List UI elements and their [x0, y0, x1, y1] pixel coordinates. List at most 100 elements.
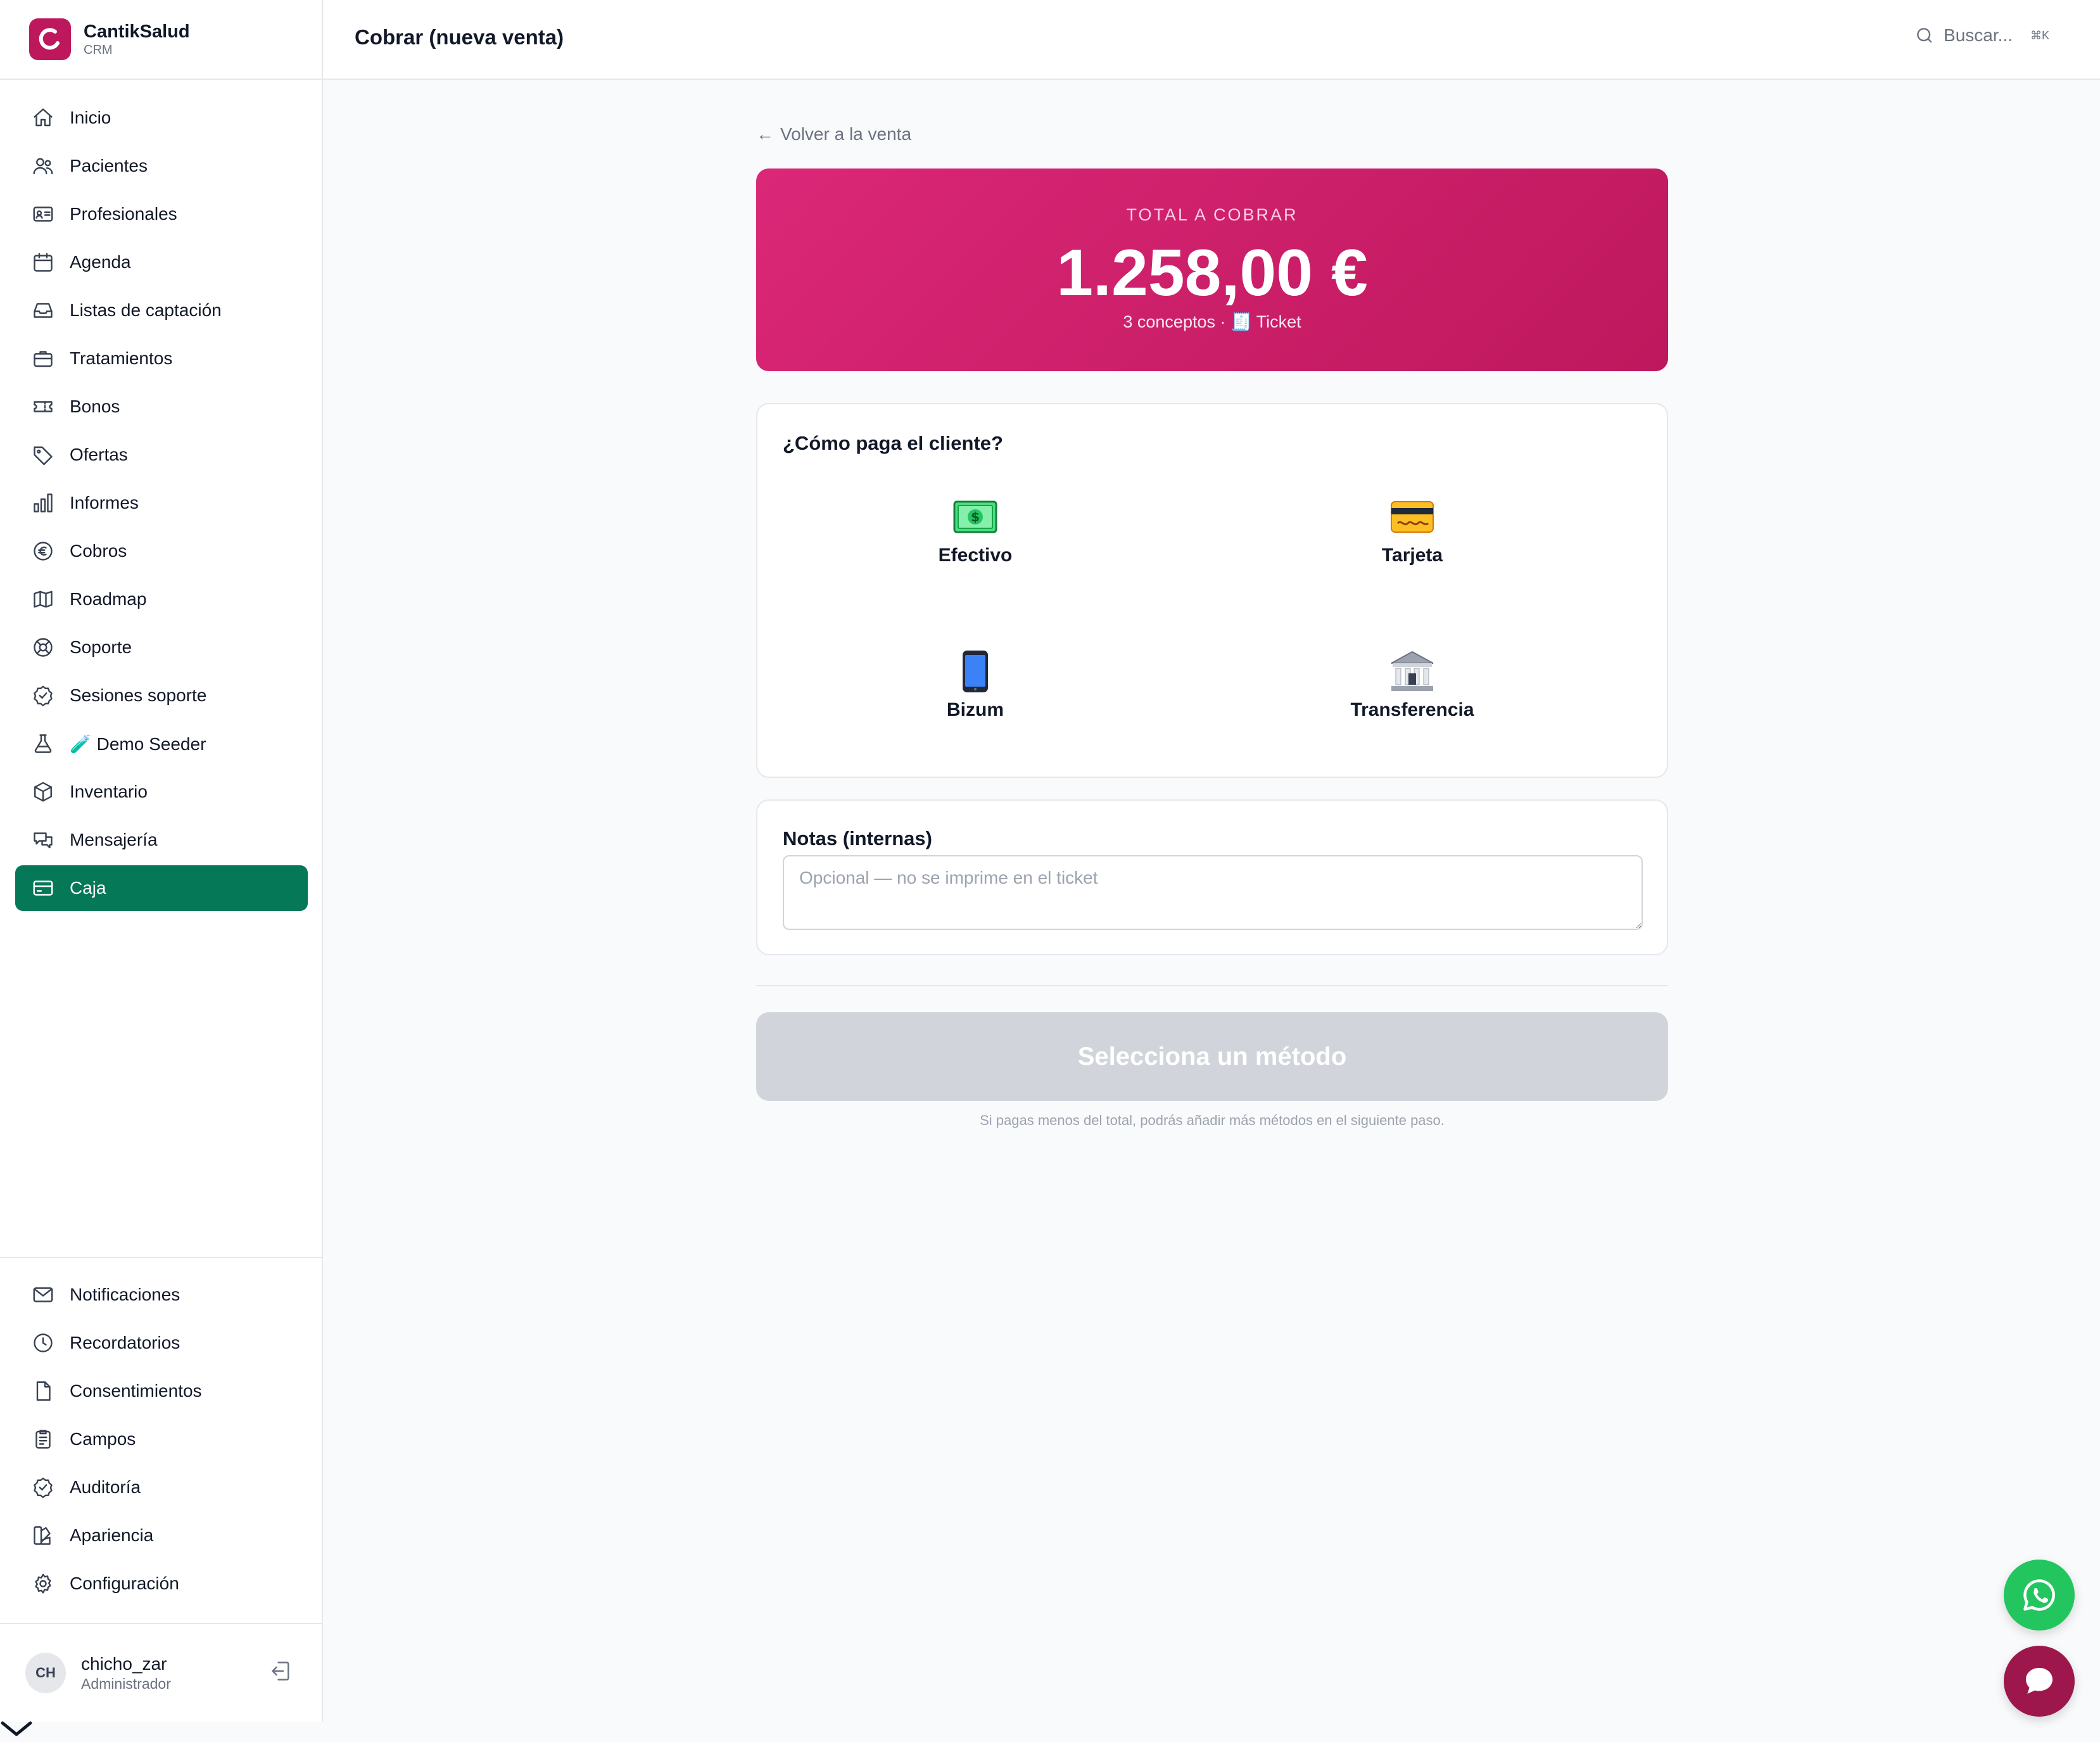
sidebar-item-mensajeria[interactable]: Mensajería [15, 817, 308, 863]
payment-method-label: Tarjeta [1381, 545, 1443, 566]
sidebar-item-label: Consentimientos [70, 1381, 202, 1401]
envelope-icon [30, 1282, 56, 1307]
cash-icon: $ [951, 493, 999, 541]
id-card-icon [30, 201, 56, 227]
sidebar-item-label: Caja [70, 878, 106, 898]
sidebar-item-profesionales[interactable]: Profesionales [15, 191, 308, 237]
help-text: Si pagas menos del total, podrás añadir … [980, 1112, 1445, 1128]
sidebar-item-label: Cobros [70, 541, 127, 561]
back-to-sale-link[interactable]: ← Volver a la venta [756, 124, 911, 144]
sidebar-item-recordatorios[interactable]: Recordatorios [15, 1320, 307, 1366]
chat-bubbles-icon [30, 827, 56, 853]
total-meta: 3 conceptos · 🧾 Ticket [1123, 312, 1301, 331]
sidebar-item-apariencia[interactable]: Apariencia [15, 1513, 307, 1558]
sidebar-item-cobros[interactable]: Cobros [15, 528, 308, 574]
sidebar-item-label: Recordatorios [70, 1333, 180, 1352]
inbox-icon [30, 298, 56, 323]
map-icon [30, 587, 56, 612]
sidebar-item-demo-seeder[interactable]: 🧪 Demo Seeder [15, 721, 308, 766]
sidebar-item-configuracion[interactable]: Configuración [15, 1561, 307, 1606]
notes-textarea[interactable] [783, 855, 1643, 930]
sidebar-item-label: Apariencia [70, 1525, 154, 1545]
logout-icon[interactable] [270, 1660, 295, 1685]
sidebar-item-label: Notificaciones [70, 1285, 180, 1304]
user-profile[interactable]: CH chicho_zar Administrador [0, 1623, 322, 1722]
sidebar-item-caja[interactable]: Caja [15, 865, 308, 911]
sidebar-item-pacientes[interactable]: Pacientes [15, 143, 308, 189]
sidebar-item-inventario[interactable]: Inventario [15, 769, 308, 815]
sidebar-item-bonos[interactable]: Bonos [15, 384, 308, 429]
phone-icon [951, 647, 999, 696]
sidebar-item-soporte[interactable]: Soporte [15, 625, 308, 670]
sidebar-item-inicio[interactable]: Inicio [15, 95, 308, 141]
sidebar: CantikSalud CRM Inicio Pacientes Profesi… [0, 0, 323, 1722]
sidebar-item-label: Agenda [70, 252, 131, 272]
payment-method-title: ¿Cómo paga el cliente? [783, 432, 1003, 454]
sidebar-item-ofertas[interactable]: Ofertas [15, 432, 308, 478]
lifebuoy-icon [30, 635, 56, 660]
payment-method-label: Transferencia [1350, 699, 1474, 720]
total-card: TOTAL A COBRAR 1.258,00 € 3 conceptos · … [756, 168, 1668, 371]
clipboard-icon [30, 1427, 56, 1452]
payment-method-label: Bizum [947, 699, 1004, 720]
whatsapp-icon [2023, 1579, 2055, 1611]
payment-method-tarjeta[interactable]: Tarjeta [1210, 486, 1615, 588]
sidebar-item-label: Inventario [70, 782, 148, 801]
palette-icon [30, 1523, 56, 1548]
sidebar-item-label: Auditoría [70, 1477, 141, 1497]
payment-method-transferencia[interactable]: Transferencia [1210, 641, 1615, 742]
ticket-icon [30, 394, 56, 419]
sidebar-item-notificaciones[interactable]: Notificaciones [15, 1272, 307, 1318]
sidebar-item-listas-captacion[interactable]: Listas de captación [15, 288, 308, 333]
sidebar-item-label: Inicio [70, 108, 111, 127]
arrow-left-icon: ← [756, 124, 774, 144]
sidebar-item-campos[interactable]: Campos [15, 1416, 307, 1462]
payment-method-bizum[interactable]: Bizum [773, 641, 1178, 742]
user-role: Administrador [81, 1675, 171, 1692]
bar-chart-icon [30, 490, 56, 516]
back-link-label: Volver a la venta [780, 124, 912, 144]
sidebar-item-roadmap[interactable]: Roadmap [15, 576, 308, 622]
sidebar-item-auditoria[interactable]: Auditoría [15, 1465, 307, 1510]
chat-button[interactable] [2004, 1646, 2075, 1717]
total-amount: 1.258,00 € [1056, 236, 1368, 310]
sidebar-item-label: Mensajería [70, 830, 158, 849]
sidebar-item-agenda[interactable]: Agenda [15, 239, 308, 285]
select-method-button[interactable]: Selecciona un método [756, 1012, 1668, 1101]
payment-method-efectivo[interactable]: $ Efectivo [773, 486, 1178, 588]
card-icon [1388, 493, 1436, 541]
whatsapp-button[interactable] [2004, 1560, 2075, 1631]
brand[interactable]: CantikSalud CRM [0, 0, 322, 80]
home-icon [30, 105, 56, 130]
sidebar-item-tratamientos[interactable]: Tratamientos [15, 336, 308, 381]
chat-bubble-icon [2026, 1668, 2053, 1694]
chevron-down-icon[interactable] [0, 1718, 34, 1739]
sidebar-item-label: Informes [70, 493, 139, 512]
sidebar-item-label: Soporte [70, 637, 132, 657]
search-shortcut: ⌘K [2030, 29, 2049, 42]
notes-card: Notas (internas) [756, 799, 1668, 955]
brand-logo-icon [29, 18, 71, 60]
notes-title: Notas (internas) [783, 827, 932, 849]
sidebar-item-label: Configuración [70, 1574, 179, 1593]
clock-icon [30, 1330, 56, 1356]
document-icon [30, 1378, 56, 1404]
tag-icon [30, 442, 56, 467]
sidebar-item-label: Listas de captación [70, 300, 222, 320]
sidebar-item-label: 🧪 Demo Seeder [70, 734, 206, 754]
avatar: CH [25, 1653, 66, 1693]
payment-method-label: Efectivo [938, 545, 1013, 566]
sidebar-item-consentimientos[interactable]: Consentimientos [15, 1368, 307, 1414]
check-badge-icon [30, 683, 56, 708]
sidebar-item-label: Campos [70, 1429, 136, 1449]
sidebar-item-sesiones-soporte[interactable]: Sesiones soporte [15, 673, 308, 718]
sidebar-item-label: Roadmap [70, 589, 147, 609]
sidebar-item-informes[interactable]: Informes [15, 480, 308, 526]
calendar-icon [30, 250, 56, 275]
total-label: TOTAL A COBRAR [1126, 205, 1298, 224]
search-placeholder: Buscar... [1944, 25, 2013, 45]
sidebar-item-label: Pacientes [70, 156, 148, 175]
search-button[interactable]: Buscar... ⌘K [1914, 25, 2049, 46]
check-badge-icon [30, 1475, 56, 1500]
gear-icon [30, 1571, 56, 1596]
